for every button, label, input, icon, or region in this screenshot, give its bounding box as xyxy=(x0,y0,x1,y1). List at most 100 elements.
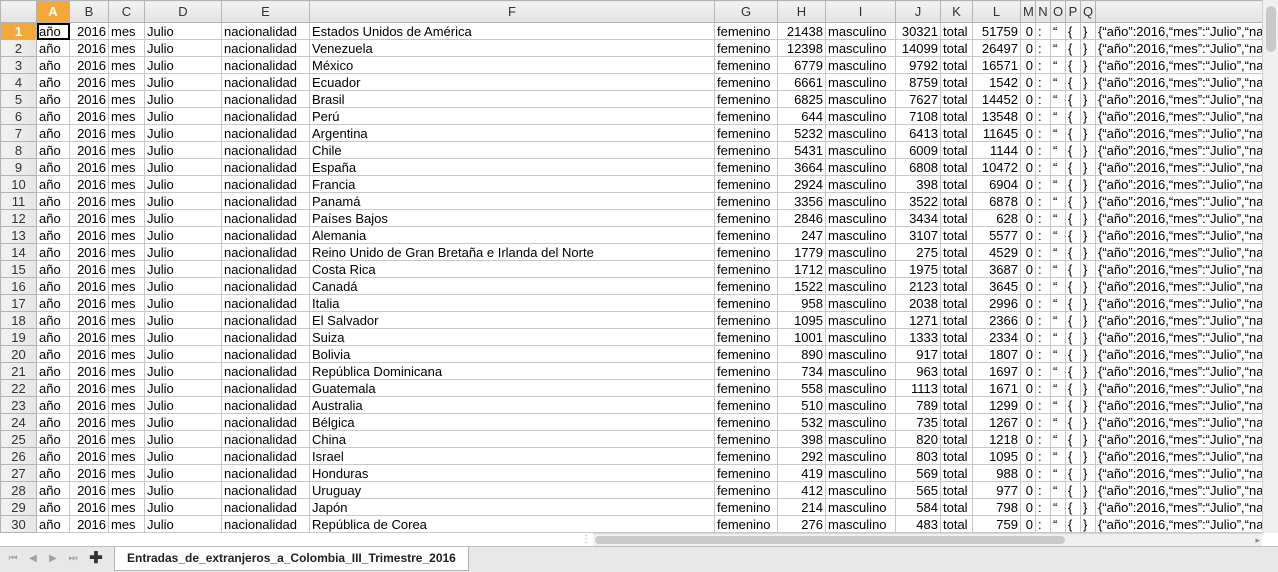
cell[interactable]: “ xyxy=(1050,362,1066,380)
cell[interactable]: 569 xyxy=(895,464,941,482)
cell[interactable]: } xyxy=(1080,345,1096,363)
split-handle-icon[interactable]: ⋮ xyxy=(581,534,591,546)
cell[interactable]: total xyxy=(940,243,973,261)
cell[interactable]: femenino xyxy=(714,141,778,159)
row-header[interactable]: 1 xyxy=(0,22,37,40)
cell[interactable]: año xyxy=(36,124,70,142)
cell[interactable]: } xyxy=(1080,328,1096,346)
cell[interactable]: Japón xyxy=(309,498,715,516)
cell[interactable]: 3664 xyxy=(777,158,826,176)
cell[interactable]: Julio xyxy=(144,22,222,40)
cell[interactable]: masculino xyxy=(825,175,896,193)
cell[interactable]: 2016 xyxy=(69,447,109,465)
cell[interactable]: Perú xyxy=(309,107,715,125)
cell[interactable]: 988 xyxy=(972,464,1021,482)
cell[interactable]: } xyxy=(1080,73,1096,91)
cell[interactable]: Chile xyxy=(309,141,715,159)
cell[interactable]: mes xyxy=(108,175,145,193)
cell[interactable]: nacionalidad xyxy=(221,260,310,278)
cell[interactable]: {“año”:2016,“mes”:“Julio”,“nacionalid xyxy=(1095,294,1262,312)
cell[interactable]: “ xyxy=(1050,379,1066,397)
cell[interactable]: “ xyxy=(1050,498,1066,516)
cell[interactable]: { xyxy=(1065,464,1081,482)
cell[interactable]: nacionalidad xyxy=(221,158,310,176)
column-header-p[interactable]: P xyxy=(1065,0,1081,23)
cell[interactable]: femenino xyxy=(714,90,778,108)
cell[interactable]: nacionalidad xyxy=(221,464,310,482)
row-header[interactable]: 10 xyxy=(0,175,37,193)
cell[interactable]: total xyxy=(940,141,973,159)
cell[interactable]: año xyxy=(36,481,70,499)
cell[interactable]: República de Corea xyxy=(309,515,715,533)
cell[interactable]: nacionalidad xyxy=(221,362,310,380)
cell[interactable]: total xyxy=(940,192,973,210)
cell[interactable]: mes xyxy=(108,277,145,295)
cell[interactable]: 2016 xyxy=(69,396,109,414)
column-header-h[interactable]: H xyxy=(777,0,826,23)
cell[interactable]: 2038 xyxy=(895,294,941,312)
cell[interactable]: mes xyxy=(108,243,145,261)
cell[interactable]: { xyxy=(1065,447,1081,465)
cell[interactable]: 1001 xyxy=(777,328,826,346)
cell[interactable]: 2016 xyxy=(69,73,109,91)
cell[interactable]: {“año”:2016,“mes”:“Julio”,“nacionalid xyxy=(1095,311,1262,329)
cell[interactable]: 1267 xyxy=(972,413,1021,431)
cell[interactable]: {“año”:2016,“mes”:“Julio”,“nacionalid xyxy=(1095,277,1262,295)
cell[interactable]: : xyxy=(1035,515,1051,533)
column-header-a[interactable]: A xyxy=(36,0,70,23)
cell[interactable]: 2996 xyxy=(972,294,1021,312)
cell[interactable]: 2016 xyxy=(69,175,109,193)
cell[interactable]: 11645 xyxy=(972,124,1021,142)
cell[interactable]: mes xyxy=(108,311,145,329)
cell[interactable]: Guatemala xyxy=(309,379,715,397)
cell[interactable]: 1542 xyxy=(972,73,1021,91)
cell[interactable]: 6904 xyxy=(972,175,1021,193)
cell[interactable]: masculino xyxy=(825,73,896,91)
cell[interactable]: “ xyxy=(1050,56,1066,74)
cell[interactable]: masculino xyxy=(825,209,896,227)
cell[interactable]: 412 xyxy=(777,481,826,499)
column-header-l[interactable]: L xyxy=(972,0,1021,23)
cell[interactable]: 0 xyxy=(1020,243,1036,261)
cell[interactable]: } xyxy=(1080,498,1096,516)
cell[interactable]: año xyxy=(36,311,70,329)
cell[interactable]: 2016 xyxy=(69,481,109,499)
cell[interactable]: } xyxy=(1080,396,1096,414)
cell[interactable]: Julio xyxy=(144,481,222,499)
select-all-corner[interactable] xyxy=(0,0,37,23)
cell[interactable]: {“año”:2016,“mes”:“Julio”,“nacionalid xyxy=(1095,141,1262,159)
sheet-tab[interactable]: Entradas_de_extranjeros_a_Colombia_III_T… xyxy=(114,547,469,571)
cell[interactable]: nacionalidad xyxy=(221,277,310,295)
cell[interactable]: mes xyxy=(108,481,145,499)
cell[interactable]: año xyxy=(36,379,70,397)
cell[interactable]: 275 xyxy=(895,243,941,261)
cell[interactable]: 0 xyxy=(1020,311,1036,329)
cell[interactable]: Julio xyxy=(144,158,222,176)
cell[interactable]: Reino Unido de Gran Bretaña e Irlanda de… xyxy=(309,243,715,261)
cell[interactable]: 0 xyxy=(1020,481,1036,499)
cell[interactable]: 2366 xyxy=(972,311,1021,329)
cell[interactable]: femenino xyxy=(714,260,778,278)
cell[interactable]: Italia xyxy=(309,294,715,312)
row-header[interactable]: 7 xyxy=(0,124,37,142)
cell[interactable]: mes xyxy=(108,447,145,465)
cell[interactable]: femenino xyxy=(714,362,778,380)
cell[interactable]: } xyxy=(1080,226,1096,244)
cell[interactable]: masculino xyxy=(825,362,896,380)
cell[interactable]: femenino xyxy=(714,243,778,261)
cell[interactable]: 1712 xyxy=(777,260,826,278)
cell[interactable]: Panamá xyxy=(309,192,715,210)
cell[interactable]: 0 xyxy=(1020,464,1036,482)
cell[interactable]: nacionalidad xyxy=(221,413,310,431)
cell[interactable]: nacionalidad xyxy=(221,192,310,210)
cell[interactable]: 558 xyxy=(777,379,826,397)
cell[interactable]: total xyxy=(940,464,973,482)
cell[interactable]: año xyxy=(36,90,70,108)
cell[interactable]: { xyxy=(1065,311,1081,329)
cell[interactable]: femenino xyxy=(714,226,778,244)
cell[interactable]: Julio xyxy=(144,243,222,261)
cell[interactable]: año xyxy=(36,294,70,312)
cell[interactable]: masculino xyxy=(825,158,896,176)
cell[interactable]: 2016 xyxy=(69,430,109,448)
cell[interactable]: mes xyxy=(108,328,145,346)
